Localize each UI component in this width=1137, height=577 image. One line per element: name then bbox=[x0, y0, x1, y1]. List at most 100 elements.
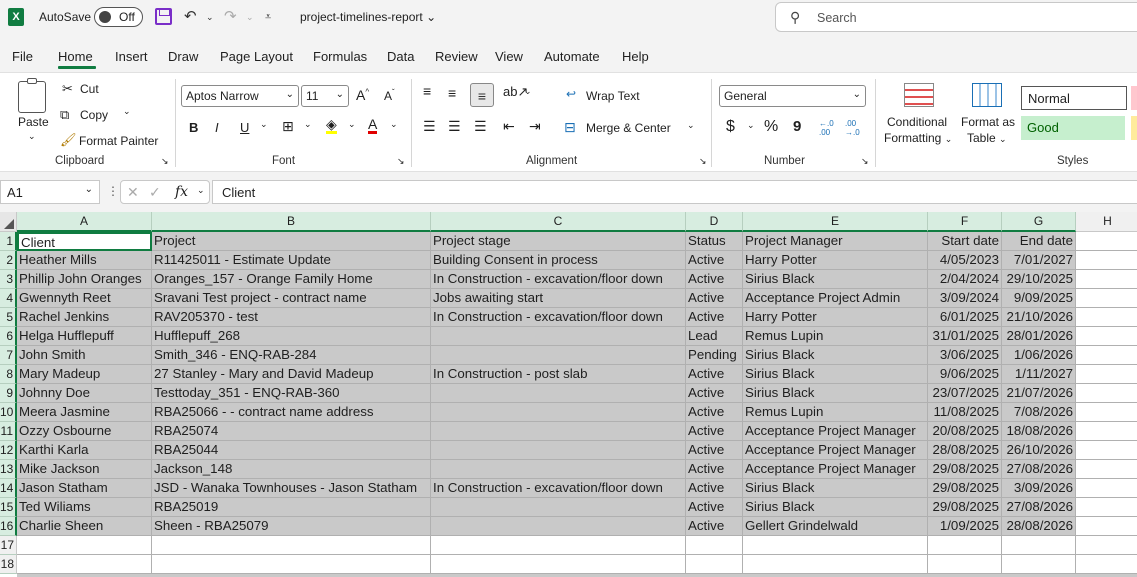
cell-c5[interactable]: In Construction - excavation/floor down bbox=[431, 308, 686, 327]
font-launcher-icon[interactable]: ↘ bbox=[397, 156, 405, 167]
cell-b8[interactable]: 27 Stanley - Mary and David Madeup bbox=[152, 365, 431, 384]
cell-c18[interactable] bbox=[431, 555, 686, 574]
row-header-2[interactable]: 2 bbox=[0, 251, 17, 270]
format-painter-button[interactable]: Format Painter bbox=[79, 134, 158, 148]
format-painter-icon[interactable]: 🖌 bbox=[60, 132, 77, 148]
cell-c1[interactable]: Project stage bbox=[431, 232, 686, 251]
row-header-15[interactable]: 15 bbox=[0, 498, 17, 517]
cell-f13[interactable]: 29/08/2025 bbox=[928, 460, 1002, 479]
cell-b12[interactable]: RBA25044 bbox=[152, 441, 431, 460]
cell-g9[interactable]: 21/07/2026 bbox=[1002, 384, 1076, 403]
column-header-g[interactable]: G bbox=[1002, 212, 1076, 232]
font-color-icon[interactable]: A bbox=[368, 117, 378, 134]
cell-a15[interactable]: Ted Wiliams bbox=[17, 498, 152, 517]
cell-d17[interactable] bbox=[686, 536, 743, 555]
cell-a4[interactable]: Gwennyth Reet bbox=[17, 289, 152, 308]
row-header-18[interactable]: 18 bbox=[0, 555, 17, 574]
cell-area[interactable]: Client Project Project stage Status Project … bbox=[17, 232, 1137, 577]
cell-d18[interactable] bbox=[686, 555, 743, 574]
cell-a6[interactable]: Helga Hufflepuff bbox=[17, 327, 152, 346]
cut-icon[interactable]: ✂ bbox=[62, 81, 73, 97]
cell-f4[interactable]: 3/09/2024 bbox=[928, 289, 1002, 308]
orientation-dropdown-icon[interactable]: ⌄ bbox=[524, 86, 532, 97]
cell-c17[interactable] bbox=[431, 536, 686, 555]
cell-c10[interactable] bbox=[431, 403, 686, 422]
cell-g8[interactable]: 1/11/2027 bbox=[1002, 365, 1076, 384]
increase-indent-icon[interactable]: ⇥ bbox=[529, 118, 541, 135]
cell-h14[interactable] bbox=[1076, 479, 1137, 498]
cell-g15[interactable]: 27/08/2026 bbox=[1002, 498, 1076, 517]
borders-icon[interactable]: ⊞ bbox=[282, 118, 294, 135]
cell-d3[interactable]: Active bbox=[686, 270, 743, 289]
cell-b13[interactable]: Jackson_148 bbox=[152, 460, 431, 479]
tab-help[interactable]: Help bbox=[622, 49, 649, 64]
cell-e11[interactable]: Acceptance Project Manager bbox=[743, 422, 928, 441]
cell-e15[interactable]: Sirius Black bbox=[743, 498, 928, 517]
cell-f16[interactable]: 1/09/2025 bbox=[928, 517, 1002, 536]
cell-a5[interactable]: Rachel Jenkins bbox=[17, 308, 152, 327]
cell-e10[interactable]: Remus Lupin bbox=[743, 403, 928, 422]
cell-b3[interactable]: Oranges_157 - Orange Family Home bbox=[152, 270, 431, 289]
format-as-table-icon[interactable] bbox=[972, 83, 1002, 107]
merge-center-icon[interactable]: ⊟ bbox=[564, 119, 576, 136]
decrease-decimal-button[interactable]: .00 →.0 bbox=[845, 119, 860, 137]
cell-g2[interactable]: 7/01/2027 bbox=[1002, 251, 1076, 270]
increase-decimal-button[interactable]: ←.0 .00 bbox=[819, 119, 834, 137]
percent-button[interactable]: % bbox=[764, 118, 778, 136]
currency-dropdown-icon[interactable]: ⌄ bbox=[747, 120, 755, 131]
spreadsheet-grid[interactable]: ABCDEFGH 1 2 3 4 5 6 7 8 9 10 11 12 13 14 15 16 17 18 Cli… bbox=[0, 212, 1137, 577]
cell-a16[interactable]: Charlie Sheen bbox=[17, 517, 152, 536]
cell-c3[interactable]: In Construction - excavation/floor down bbox=[431, 270, 686, 289]
cell-h6[interactable] bbox=[1076, 327, 1137, 346]
borders-dropdown-icon[interactable]: ⌄ bbox=[304, 119, 312, 130]
cell-b11[interactable]: RBA25074 bbox=[152, 422, 431, 441]
cell-d5[interactable]: Active bbox=[686, 308, 743, 327]
cell-c11[interactable] bbox=[431, 422, 686, 441]
cell-g6[interactable]: 28/01/2026 bbox=[1002, 327, 1076, 346]
cell-f3[interactable]: 2/04/2024 bbox=[928, 270, 1002, 289]
cell-g5[interactable]: 21/10/2026 bbox=[1002, 308, 1076, 327]
redo-dropdown-icon[interactable]: ⌄ bbox=[246, 7, 254, 27]
cell-d11[interactable]: Active bbox=[686, 422, 743, 441]
row-header-14[interactable]: 14 bbox=[0, 479, 17, 498]
cell-h7[interactable] bbox=[1076, 346, 1137, 365]
cell-e4[interactable]: Acceptance Project Admin bbox=[743, 289, 928, 308]
merge-dropdown-icon[interactable]: ⌄ bbox=[687, 120, 695, 131]
column-header-d[interactable]: D bbox=[686, 212, 743, 232]
autosave-toggle[interactable]: Off bbox=[94, 7, 143, 27]
cell-e5[interactable]: Harry Potter bbox=[743, 308, 928, 327]
cell-f12[interactable]: 28/08/2025 bbox=[928, 441, 1002, 460]
formula-input[interactable]: Client bbox=[212, 180, 1137, 204]
cell-h1[interactable] bbox=[1076, 232, 1137, 251]
conditional-formatting-icon[interactable] bbox=[904, 83, 934, 107]
fill-color-icon[interactable]: ◈ bbox=[326, 117, 337, 134]
cut-button[interactable]: Cut bbox=[80, 82, 99, 96]
cell-b9[interactable]: Testtoday_351 - ENQ-RAB-360 bbox=[152, 384, 431, 403]
row-header-7[interactable]: 7 bbox=[0, 346, 17, 365]
cell-g12[interactable]: 26/10/2026 bbox=[1002, 441, 1076, 460]
copy-icon[interactable]: ⧉ bbox=[60, 107, 69, 123]
select-all-icon[interactable] bbox=[0, 212, 17, 232]
wrap-text-button[interactable]: Wrap Text bbox=[586, 89, 640, 103]
font-color-dropdown-icon[interactable]: ⌄ bbox=[390, 119, 398, 130]
cell-c15[interactable] bbox=[431, 498, 686, 517]
copy-dropdown-icon[interactable]: ⌄ bbox=[123, 106, 131, 117]
tab-automate[interactable]: Automate bbox=[544, 49, 600, 64]
cell-b2[interactable]: R11425011 - Estimate Update bbox=[152, 251, 431, 270]
cell-h10[interactable] bbox=[1076, 403, 1137, 422]
cell-f6[interactable]: 31/01/2025 bbox=[928, 327, 1002, 346]
conditional-formatting-label-2[interactable]: Formatting ⌄ bbox=[884, 131, 952, 145]
row-header-10[interactable]: 10 bbox=[0, 403, 17, 422]
cell-e14[interactable]: Sirius Black bbox=[743, 479, 928, 498]
cell-e9[interactable]: Sirius Black bbox=[743, 384, 928, 403]
column-header-f[interactable]: F bbox=[928, 212, 1002, 232]
copy-button[interactable]: Copy bbox=[80, 108, 108, 122]
column-header-a[interactable]: A bbox=[17, 212, 152, 232]
underline-button[interactable]: U bbox=[240, 120, 249, 135]
tab-data[interactable]: Data bbox=[387, 49, 414, 64]
cell-f14[interactable]: 29/08/2025 bbox=[928, 479, 1002, 498]
cell-a11[interactable]: Ozzy Osbourne bbox=[17, 422, 152, 441]
cell-e7[interactable]: Sirius Black bbox=[743, 346, 928, 365]
cell-b18[interactable] bbox=[152, 555, 431, 574]
middle-align-icon[interactable]: ≡ bbox=[448, 85, 456, 101]
